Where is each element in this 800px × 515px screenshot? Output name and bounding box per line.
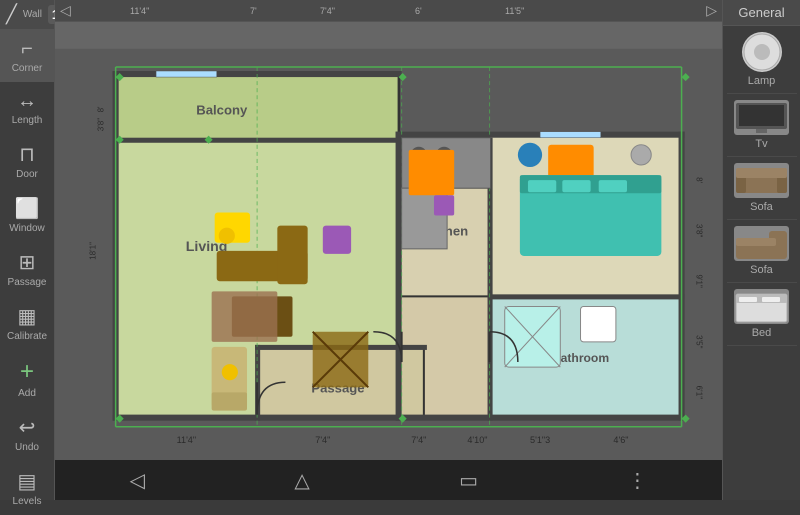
svg-text:6'1": 6'1" <box>695 386 704 400</box>
svg-text:18'1": 18'1" <box>88 242 97 260</box>
tool-corner[interactable]: ⌐ Corner <box>0 30 54 82</box>
svg-text:4'10": 4'10" <box>467 435 487 445</box>
arrow-left: ◁ <box>60 2 71 19</box>
dim-top-1: 11'4" <box>130 6 149 16</box>
svg-text:5'1"3: 5'1"3 <box>530 435 550 445</box>
right-panel: General Lamp Tv <box>722 0 800 500</box>
tv-preview <box>734 100 789 135</box>
passage-icon: ⊞ <box>19 250 36 275</box>
furniture-sofa2[interactable]: Sofa <box>727 220 797 283</box>
tool-undo[interactable]: ↩ Undo <box>0 407 54 461</box>
length-label: Length <box>12 115 43 126</box>
left-toolbar: ╱ Wall 18'1" ⌐ Corner ↔ Length ⊓ Door ⬜ … <box>0 0 55 500</box>
window-icon: ⬜ <box>15 196 40 221</box>
main-content: 11'4" 7' 7'4" 6' 11'5" ◁ ▷ <box>55 0 722 500</box>
svg-text:8': 8' <box>97 106 106 112</box>
sofa1-preview <box>734 163 789 198</box>
svg-text:3'8": 3'8" <box>97 118 106 132</box>
levels-label: Levels <box>13 496 42 507</box>
corner-label: Corner <box>12 63 43 74</box>
add-label: Add <box>18 388 36 399</box>
tool-levels[interactable]: ▤ Levels <box>0 461 54 515</box>
tv-label: Tv <box>755 138 767 150</box>
tool-add[interactable]: + Add <box>0 350 54 407</box>
corner-icon: ⌐ <box>21 38 33 61</box>
svg-text:8': 8' <box>695 177 704 183</box>
levels-icon: ▤ <box>18 469 37 494</box>
svg-text:7'4": 7'4" <box>315 435 330 445</box>
sofa1-label: Sofa <box>750 201 773 213</box>
dim-top-2: 7' <box>250 6 257 16</box>
tool-length[interactable]: ↔ Length <box>0 82 54 134</box>
sofa2-preview <box>734 226 789 261</box>
tool-calibrate[interactable]: ▦ Calibrate <box>0 296 54 350</box>
dim-top-3: 7'4" <box>320 6 335 16</box>
back-button[interactable]: ◁ <box>110 463 165 498</box>
floor-plan-svg: Balcony Living Kitchen Bedroom Passage B… <box>55 22 722 500</box>
recent-button[interactable]: ▭ <box>439 463 498 498</box>
svg-text:3'8": 3'8" <box>695 224 704 238</box>
top-ruler: 11'4" 7' 7'4" 6' 11'5" ◁ ▷ <box>55 0 722 22</box>
undo-icon: ↩ <box>19 415 36 440</box>
floor-plan[interactable]: Balcony Living Kitchen Bedroom Passage B… <box>55 22 722 500</box>
bed-preview <box>734 289 789 324</box>
lamp-label: Lamp <box>748 75 776 87</box>
furniture-sofa1[interactable]: Sofa <box>727 157 797 220</box>
wall-icon: ╱ <box>6 4 17 25</box>
wall-label: Wall <box>23 9 42 20</box>
calibrate-icon: ▦ <box>18 304 37 329</box>
bottom-nav: ◁ △ ▭ ⋮ <box>55 460 722 500</box>
furniture-lamp[interactable]: Lamp <box>727 26 797 94</box>
tool-door[interactable]: ⊓ Door <box>0 134 54 188</box>
dim-top-4: 6' <box>415 6 422 16</box>
tool-window[interactable]: ⬜ Window <box>0 188 54 242</box>
menu-button[interactable]: ⋮ <box>607 463 667 498</box>
furniture-tv[interactable]: Tv <box>727 94 797 157</box>
lamp-preview <box>742 32 782 72</box>
door-icon: ⊓ <box>19 142 35 167</box>
passage-label: Passage <box>8 277 47 288</box>
furniture-bed[interactable]: Bed <box>727 283 797 346</box>
svg-text:4'6": 4'6" <box>613 435 628 445</box>
toolbar-top: ╱ Wall 18'1" <box>0 0 54 30</box>
svg-text:3'5": 3'5" <box>695 335 704 349</box>
window-label: Window <box>9 223 45 234</box>
sofa2-label: Sofa <box>750 264 773 276</box>
calibrate-label: Calibrate <box>7 331 47 342</box>
home-button[interactable]: △ <box>274 463 329 498</box>
svg-text:9'1": 9'1" <box>695 275 704 289</box>
arrow-right: ▷ <box>706 2 717 19</box>
panel-header: General <box>723 0 800 26</box>
bed-label: Bed <box>752 327 772 339</box>
svg-text:11'4": 11'4" <box>177 435 196 445</box>
length-icon: ↔ <box>17 90 37 113</box>
undo-label: Undo <box>15 442 39 453</box>
door-label: Door <box>16 169 38 180</box>
tool-passage[interactable]: ⊞ Passage <box>0 242 54 296</box>
dim-top-5: 11'5" <box>505 6 524 16</box>
svg-text:7'4": 7'4" <box>411 435 426 445</box>
add-icon: + <box>20 358 34 386</box>
balcony-label: Balcony <box>196 102 248 117</box>
